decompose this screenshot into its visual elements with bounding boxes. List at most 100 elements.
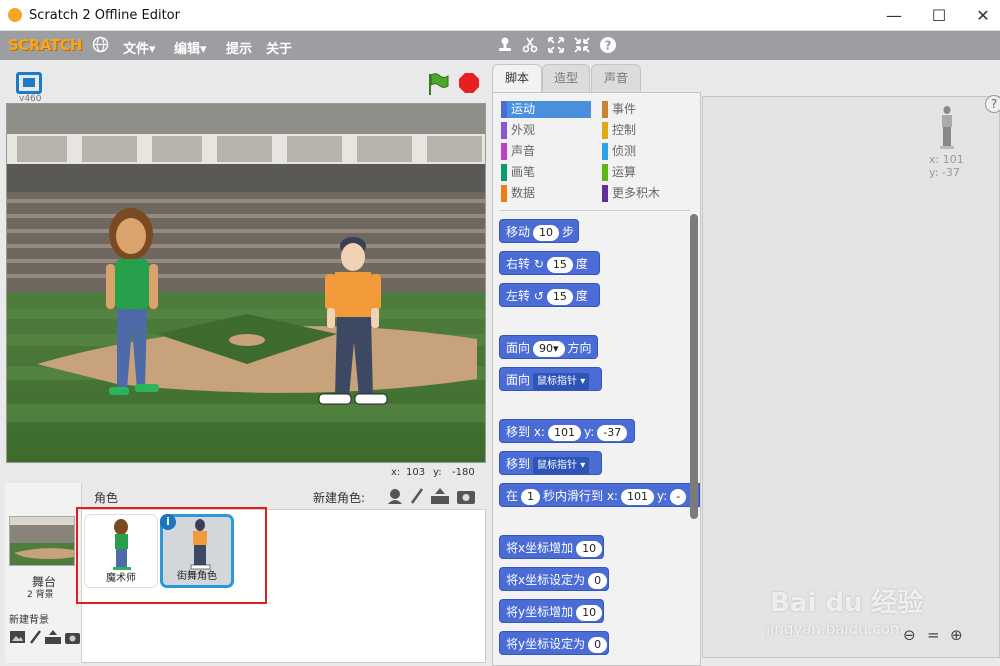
category-motion[interactable]: 运动 [501,101,591,118]
block-input[interactable]: 101 [620,489,654,505]
block-goto-target[interactable]: 移到 鼠标指针 ▾ [499,451,602,475]
block-input[interactable]: - [670,489,687,505]
menu-file[interactable]: 文件▾ [123,38,156,57]
block-text: 将y坐标设定为 [506,637,586,651]
turn-counterclockwise-icon: ↺ [533,289,544,303]
mouse-x-label: x: [391,467,401,478]
help-question-icon[interactable]: ? [599,36,617,54]
street-dancer-sprite[interactable] [313,232,393,412]
category-color-bar [501,122,507,139]
paint-sprite-icon[interactable] [410,488,424,504]
category-sound[interactable]: 声音 [501,143,591,160]
category-color-bar [501,185,507,202]
camera-sprite-icon[interactable] [457,491,475,504]
block-text: 移到 [506,457,531,471]
grow-icon[interactable] [547,36,565,54]
block-text: 移动 [506,225,531,239]
magician-sprite[interactable] [101,204,171,404]
sprite-y-label: y: [929,166,939,179]
upload-backdrop-icon[interactable] [45,630,61,644]
zoom-in-icon[interactable]: ⊕ [950,626,963,644]
green-flag-icon[interactable] [426,72,450,96]
upload-sprite-icon[interactable] [431,488,449,504]
block-text: 步 [562,225,575,239]
block-set-y[interactable]: 将y坐标设定为 0 [499,631,609,655]
block-input[interactable]: 15 [546,257,573,273]
block-text: 在 [506,489,519,503]
category-color-bar [602,185,608,202]
sprite-x-label: x: [929,153,940,166]
palette-divider [500,210,690,211]
block-input[interactable]: 101 [547,425,581,441]
close-button[interactable]: ✕ [973,6,993,25]
presentation-mode-button[interactable] [16,72,42,94]
title-bar: Scratch 2 Offline Editor — ☐ ✕ [0,0,1000,31]
block-dropdown[interactable]: 鼠标指针 ▾ [533,373,590,390]
stage-canvas[interactable] [6,103,486,463]
palette-scrollbar[interactable] [690,214,698,519]
block-turn-left[interactable]: 左转 ↺ 15 度 [499,283,600,307]
minimize-button[interactable]: — [884,6,904,25]
block-text: 右转 [506,257,531,271]
block-text: 面向 [506,373,531,387]
category-color-bar [602,122,608,139]
block-text: y: [656,489,668,503]
stage-thumbnail[interactable] [9,516,75,566]
block-change-y[interactable]: 将y坐标增加 10 [499,599,604,623]
menu-about[interactable]: 关于 [266,38,292,57]
block-input[interactable]: -37 [597,425,628,441]
menu-edit[interactable]: 编辑▾ [174,38,207,57]
tab-scripts[interactable]: 脚本 [492,64,542,93]
backdrop-library-icon[interactable] [10,631,25,643]
category-looks[interactable]: 外观 [501,122,591,139]
camera-backdrop-icon[interactable] [65,633,80,644]
block-input[interactable]: 1 [521,489,541,505]
block-glide[interactable]: 在 1 秒内滑行到 x: 101 y: - [499,483,700,507]
tab-sounds[interactable]: 声音 [591,64,641,92]
category-sensing[interactable]: 侦测 [602,143,692,160]
language-globe-icon[interactable] [92,36,109,53]
block-move-steps[interactable]: 移动 10 步 [499,219,579,243]
category-control[interactable]: 控制 [602,122,692,139]
block-point-in-direction[interactable]: 面向 90▾ 方向 [499,335,598,359]
block-change-x[interactable]: 将x坐标增加 10 [499,535,604,559]
category-color-bar [602,164,608,181]
block-input[interactable]: 0 [588,573,608,589]
scratch-logo[interactable]: SCRATCH [8,36,83,54]
shrink-icon[interactable] [573,36,591,54]
category-more-blocks[interactable]: 更多积木 [602,185,692,202]
block-input[interactable]: 10 [576,605,603,621]
block-input[interactable]: 10 [576,541,603,557]
block-text: 移到 x: [506,425,545,439]
sprite-x-readout: x: 101 [929,153,964,166]
category-pen[interactable]: 画笔 [501,164,591,181]
block-dropdown[interactable]: 鼠标指针 ▾ [533,457,590,474]
category-data[interactable]: 数据 [501,185,591,202]
scripts-area[interactable] [702,96,1000,658]
category-color-bar [501,164,507,181]
block-goto-xy[interactable]: 移到 x: 101 y: -37 [499,419,635,443]
stop-sign-icon[interactable] [459,73,479,93]
menu-tips[interactable]: 提示 [226,38,252,57]
block-text: y: [583,425,595,439]
new-backdrop-label: 新建背景 [9,615,49,626]
block-input[interactable]: 15 [546,289,573,305]
block-point-towards[interactable]: 面向 鼠标指针 ▾ [499,367,602,391]
tab-costumes[interactable]: 造型 [542,64,590,92]
zoom-reset-icon[interactable]: = [927,626,940,644]
category-color-bar [602,101,608,118]
paint-backdrop-icon[interactable] [30,630,41,644]
block-turn-right[interactable]: 右转 ↻ 15 度 [499,251,600,275]
cut-scissors-icon[interactable] [521,36,539,54]
maximize-button[interactable]: ☐ [929,6,949,25]
block-input[interactable]: 0 [588,637,608,653]
block-input[interactable]: 10 [533,225,560,241]
category-events[interactable]: 事件 [602,101,692,118]
block-input[interactable]: 90▾ [533,341,565,357]
block-help-button[interactable]: ? [985,95,1000,113]
category-operators[interactable]: 运算 [602,164,692,181]
zoom-out-icon[interactable]: ⊖ [903,626,916,644]
choose-sprite-icon[interactable] [388,489,402,504]
duplicate-stamp-icon[interactable] [496,36,514,54]
block-set-x[interactable]: 将x坐标设定为 0 [499,567,609,591]
